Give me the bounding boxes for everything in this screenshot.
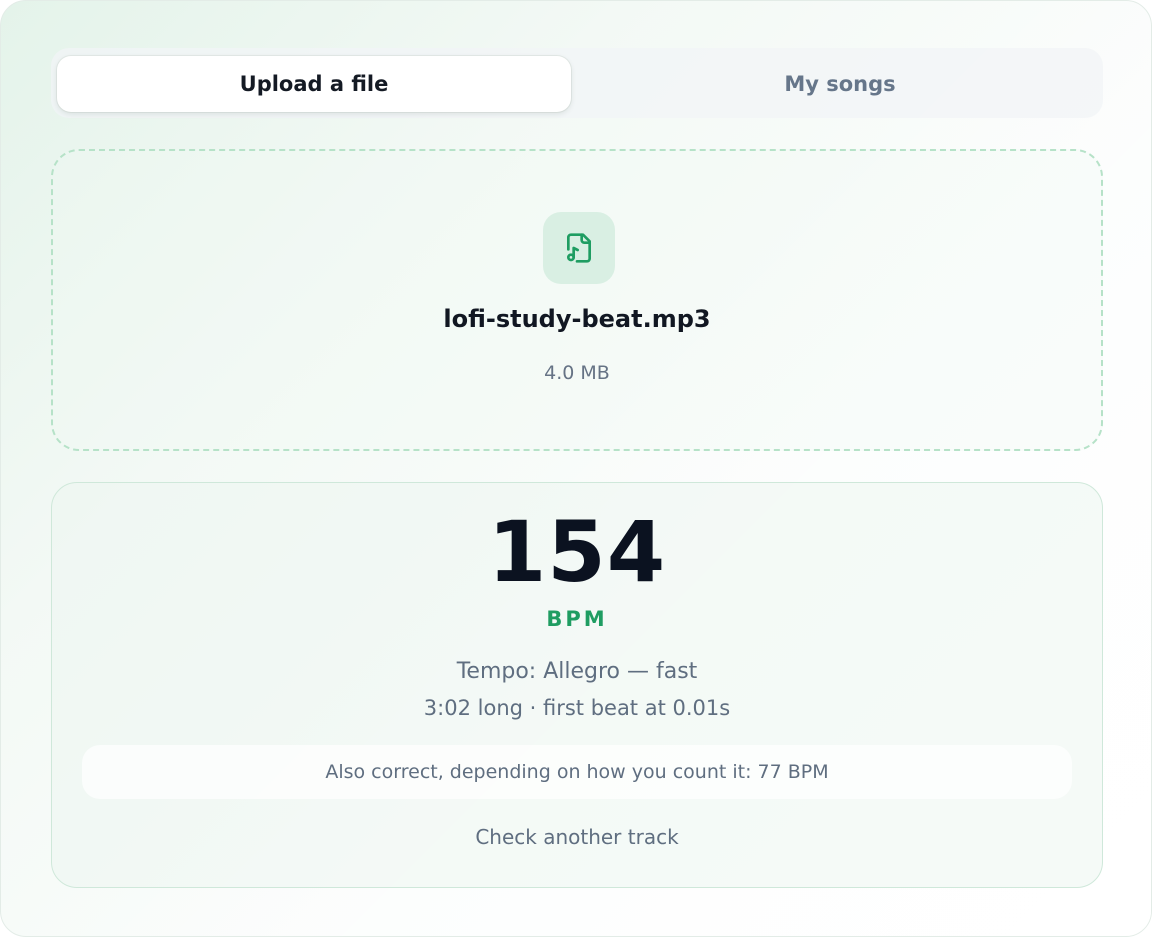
tab-my-songs-label: My songs <box>784 72 896 96</box>
file-size: 4.0 MB <box>544 362 610 384</box>
music-file-icon <box>543 212 615 284</box>
tab-upload-file[interactable]: Upload a file <box>57 56 571 112</box>
bpm-value: 154 <box>487 503 667 601</box>
result-panel: 154 BPM Tempo: Allegro — fast 3:02 long … <box>51 482 1103 888</box>
tab-my-songs[interactable]: My songs <box>583 56 1097 112</box>
file-dropzone[interactable]: lofi-study-beat.mp3 4.0 MB <box>51 149 1103 451</box>
track-meta: 3:02 long · first beat at 0.01s <box>423 696 731 720</box>
tempo-description: Tempo: Allegro — fast <box>456 659 698 684</box>
tab-upload-file-label: Upload a file <box>239 72 389 96</box>
alternate-bpm-note: Also correct, depending on how you count… <box>82 745 1072 799</box>
check-another-track-button[interactable]: Check another track <box>52 825 1102 849</box>
tab-bar: Upload a file My songs <box>51 48 1103 118</box>
file-name: lofi-study-beat.mp3 <box>443 305 711 333</box>
bpm-unit-label: BPM <box>546 607 608 631</box>
alternate-bpm-text: Also correct, depending on how you count… <box>325 761 829 783</box>
bpm-detector-card: Upload a file My songs lofi-study-beat.m… <box>0 0 1152 937</box>
